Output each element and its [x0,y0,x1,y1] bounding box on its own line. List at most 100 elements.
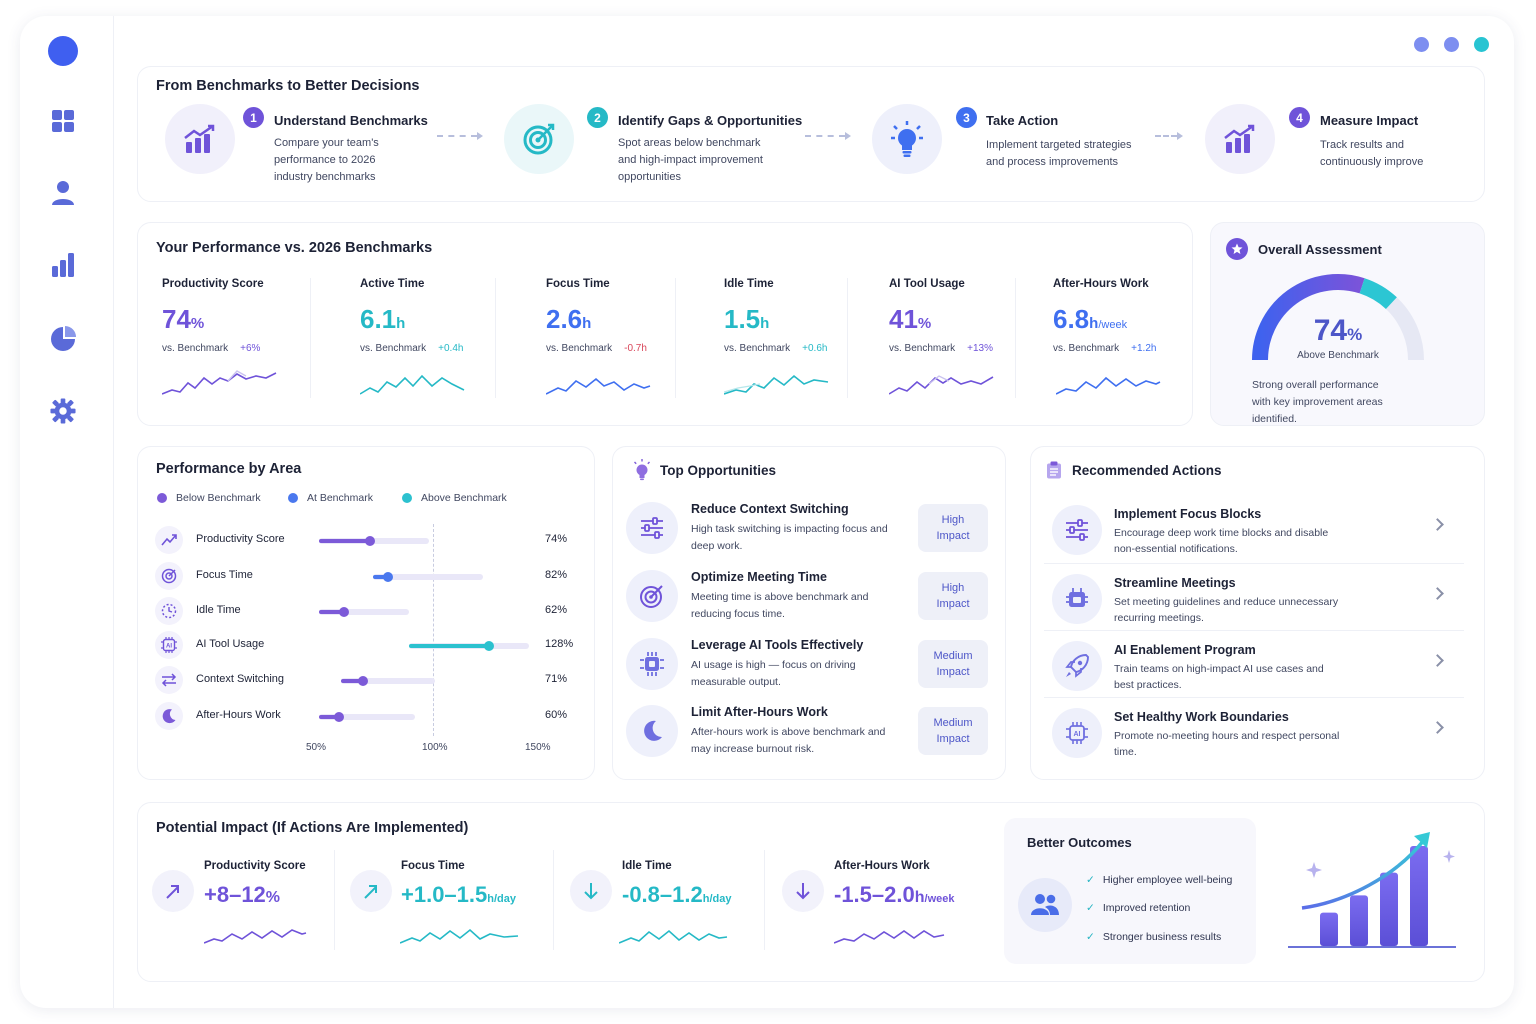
action-ai-enablement[interactable]: AI Enablement Program Train teams on hig… [1044,630,1464,692]
legend-above: Above Benchmark [402,492,507,504]
sparkline-idle-time [724,374,829,395]
ai-chip-icon: AI [1052,708,1102,758]
metric-productivity: Productivity Score 74% vs. Benchmark +6% [162,278,264,354]
outcome-item-2: ✓ Improved retention [1086,902,1191,914]
performance-title: Your Performance vs. 2026 Benchmarks [156,240,433,256]
metric-focus-time: Focus Time 2.6h vs. Benchmark -0.7h [546,278,647,354]
step-number-2: 2 [587,107,608,128]
step-title-2: Identify Gaps & Opportunities [618,113,803,128]
star-badge-icon [1226,238,1248,260]
arrow-up-right-icon [152,870,194,912]
metric-divider [847,278,848,398]
actions-title: Recommended Actions [1072,463,1222,478]
action-streamline-meetings[interactable]: Streamline Meetings Set meeting guidelin… [1044,563,1464,625]
axis-label-100: 100% [422,742,448,753]
by-area-title: Performance by Area [156,461,302,477]
area-row-ai-tool-usage: AI AI Tool Usage 128% [155,631,595,659]
outcome-item-3: ✓ Stronger business results [1086,931,1222,943]
team-icon [1018,878,1072,932]
arrow-down-icon [570,870,612,912]
dashboard-grid-icon[interactable] [50,108,76,134]
metric-divider [495,278,496,398]
assessment-title: Overall Assessment [1258,242,1382,257]
opportunity-optimize-meeting-time[interactable]: Optimize Meeting Time Meeting time is ab… [626,570,996,634]
area-row-idle-time: Idle Time 62% [155,597,595,625]
bar-chart-icon[interactable] [50,252,76,278]
window-dot-1[interactable] [1414,37,1429,52]
step-desc-1: Compare your team's performance to 2026 … [274,137,379,183]
settings-gear-icon[interactable] [50,398,76,424]
assessment-score: 74% [1313,314,1363,347]
action-healthy-boundaries[interactable]: AI Set Healthy Work Boundaries Promote n… [1044,697,1464,759]
target-icon [155,562,183,590]
area-row-productivity: Productivity Score 74% [155,526,595,554]
flow-arrow-3 [1155,135,1177,137]
chevron-right-icon [1431,654,1444,667]
step-number-3: 3 [956,107,977,128]
sparkline-ai-tool-usage [889,375,994,395]
outcomes-title: Better Outcomes [1027,835,1132,850]
bar-fill [409,644,490,648]
area-row-after-hours: After-Hours Work 60% [155,702,595,730]
area-row-context-switching: Context Switching 71% [155,666,595,694]
impact-badge: Medium Impact [918,707,988,755]
impact-badge: High Impact [918,572,988,620]
lightbulb-icon [632,459,652,486]
ai-chip-icon: AI [155,631,183,659]
impact-focus-time: Focus Time +1.0–1.5h/day [401,860,516,907]
impact-sparkline-productivity [204,929,307,944]
bar-knob [365,536,376,546]
assessment-status: Above Benchmark [1297,350,1379,361]
flow-arrow-head-1 [477,132,483,140]
flow-arrow-2 [805,135,845,137]
sidebar [20,16,114,1008]
opportunity-limit-after-hours[interactable]: Limit After-Hours Work After-hours work … [626,705,996,769]
target-icon [504,104,574,174]
chevron-right-icon [1431,721,1444,734]
impact-badge: Medium Impact [918,640,988,688]
opportunity-reduce-context-switching[interactable]: Reduce Context Switching High task switc… [626,502,996,566]
growth-illustration [1288,832,1456,948]
sparkline-productivity [162,370,277,395]
lightbulb-icon [872,104,942,174]
step-number-4: 4 [1289,107,1310,128]
flow-arrow-head-2 [845,132,851,140]
svg-text:AI: AI [166,644,172,650]
legend-at: At Benchmark [288,492,373,504]
impact-sparkline-after-hours [834,930,945,944]
clipboard-icon [1046,461,1062,484]
swap-arrows-icon [155,666,183,694]
chevron-right-icon [1431,518,1444,531]
opportunity-leverage-ai-tools[interactable]: Leverage AI Tools Effectively AI usage i… [626,638,996,702]
window-dot-2[interactable] [1444,37,1459,52]
rocket-icon [1052,641,1102,691]
action-implement-focus-blocks[interactable]: Implement Focus Blocks Encourage deep wo… [1044,495,1464,557]
arrow-down-icon [782,870,824,912]
target-icon [626,570,678,622]
legend-below: Below Benchmark [157,492,261,504]
step-desc-4: Track results and continuously improve [1320,139,1424,168]
chevron-right-icon [1431,587,1444,600]
app-logo [48,36,78,66]
user-icon[interactable] [50,180,76,206]
impact-sparkline-idle-time [619,929,728,944]
step-desc-2: Spot areas below benchmark and high-impa… [618,137,763,183]
moon-icon [155,702,183,730]
metric-ai-tool-usage: AI Tool Usage 41% vs. Benchmark +13% [889,278,993,354]
trend-chart-icon [165,104,235,174]
sparkline-focus-time [546,377,651,395]
window-dot-3[interactable] [1474,37,1489,52]
outcome-bar [1380,872,1398,946]
impact-divider [764,850,765,950]
calendar-chip-icon [1052,574,1102,624]
pie-chart-icon[interactable] [50,326,76,352]
metric-idle-time: Idle Time 1.5h vs. Benchmark +0.6h [724,278,828,354]
step-desc-3: Implement targeted strategies and proces… [986,139,1132,168]
step-number-1: 1 [243,107,264,128]
flow-arrow-head-3 [1177,132,1183,140]
arrow-up-right-icon [350,870,392,912]
impact-divider [334,850,335,950]
step-title-4: Measure Impact [1320,113,1419,128]
outcome-bar [1320,912,1338,946]
step-title-1: Understand Benchmarks [274,113,428,128]
